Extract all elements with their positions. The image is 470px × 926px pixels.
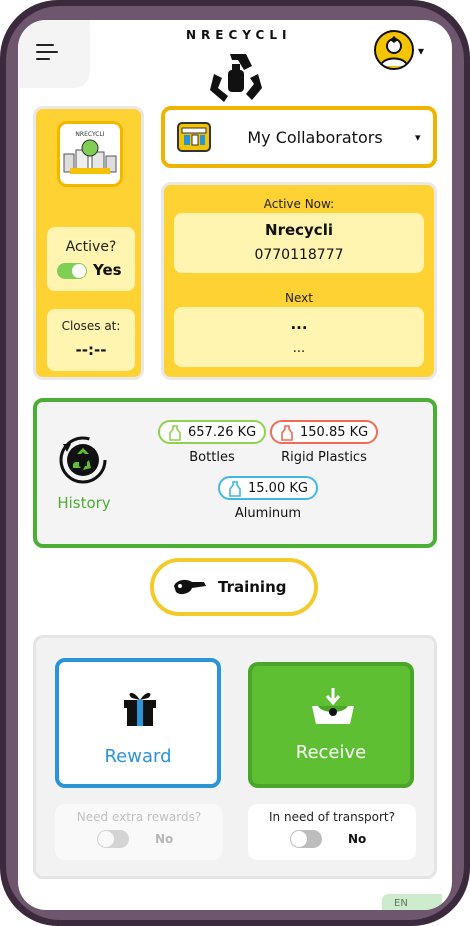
receive-label: Receive [295, 742, 367, 763]
store-status-card: NRECYCLI Active? Yes Closes at: --:-- [33, 106, 144, 380]
active-label: Active? [65, 239, 117, 255]
rigid-plastics-weight-pill: 150.85 KG [270, 420, 378, 444]
active-now-name: Nrecycli [265, 221, 333, 239]
transport-label: In need of transport? [269, 810, 395, 824]
rigid-plastics-label: Rigid Plastics [281, 450, 367, 465]
active-value: Yes [93, 261, 122, 279]
active-now-box: Nrecycli 0770118777 [174, 213, 424, 273]
history-panel[interactable]: History 657.26 KG Bottles 150.85 KG Rigi… [33, 398, 437, 548]
collaborators-label: My Collaborators [247, 128, 383, 147]
closes-at-value: --:-- [75, 341, 107, 359]
phone-frame: NRECYCLI ▾ NRECYCLI Active? Yes Closes a… [0, 0, 470, 926]
active-now-phone[interactable]: 0770118777 [174, 247, 424, 263]
collaborators-dropdown[interactable]: My Collaborators ▾ [161, 106, 437, 168]
language-switcher[interactable]: EN [382, 894, 442, 910]
menu-tab[interactable] [18, 20, 90, 88]
receive-button[interactable]: Receive [248, 662, 414, 788]
training-button[interactable]: Training [150, 558, 318, 616]
svg-text:NRECYCLI: NRECYCLI [75, 131, 104, 138]
gift-icon [124, 692, 156, 726]
user-avatar-icon [380, 36, 408, 67]
reward-label: Reward [104, 746, 172, 767]
aluminum-label: Aluminum [234, 506, 302, 521]
can-icon [229, 481, 241, 497]
collaborators-shop-icon [177, 122, 211, 152]
bottles-weight-pill: 657.26 KG [158, 420, 266, 444]
extra-rewards-option: Need extra rewards? No [55, 804, 223, 860]
closes-at-box[interactable]: Closes at: --:-- [47, 309, 135, 371]
reward-button[interactable]: Reward [55, 658, 221, 788]
next-label: Next [285, 291, 313, 305]
active-now-label: Active Now: [263, 197, 335, 211]
chevron-down-icon: ▾ [415, 131, 421, 144]
next-box: ... ... [174, 307, 424, 367]
active-toggle[interactable] [57, 263, 87, 279]
hamburger-menu-icon[interactable] [36, 44, 60, 62]
user-avatar[interactable] [374, 30, 414, 70]
store-image: NRECYCLI [57, 121, 123, 187]
aluminum-weight: 15.00 KG [248, 481, 308, 496]
training-label: Training [218, 578, 287, 596]
active-now-panel: Active Now: Nrecycli 0770118777 Next ...… [161, 182, 437, 380]
plastic-container-icon [281, 425, 293, 441]
extra-rewards-toggle[interactable] [97, 830, 129, 848]
receive-box-icon [312, 688, 354, 724]
aluminum-weight-pill: 15.00 KG [218, 476, 318, 500]
actions-panel: Reward Receive Need extra rewards? No In [33, 635, 437, 879]
training-hand-icon [174, 579, 206, 595]
bottles-weight: 657.26 KG [188, 425, 257, 440]
app-logo: NRECYCLI [186, 24, 286, 110]
history-label[interactable]: History [49, 494, 119, 512]
history-recycle-icon[interactable] [57, 434, 109, 486]
bottle-icon [169, 425, 181, 441]
rigid-plastics-weight: 150.85 KG [300, 425, 369, 440]
avatar-dropdown-caret[interactable]: ▾ [418, 44, 424, 58]
transport-value: No [348, 832, 367, 846]
transport-toggle[interactable] [290, 830, 322, 848]
extra-rewards-label: Need extra rewards? [76, 810, 202, 824]
recycle-logo-icon [210, 52, 262, 104]
bottles-label: Bottles [189, 450, 235, 465]
closes-at-label: Closes at: [61, 319, 121, 333]
app-screen: NRECYCLI ▾ NRECYCLI Active? Yes Closes a… [18, 20, 452, 910]
next-name: ... [290, 315, 308, 333]
transport-option: In need of transport? No [248, 804, 416, 860]
extra-rewards-value: No [155, 832, 174, 846]
store-illustration-icon: NRECYCLI [63, 131, 117, 174]
active-status-box: Active? Yes [47, 227, 135, 291]
language-label: EN [394, 898, 408, 909]
next-phone: ... [292, 341, 306, 356]
